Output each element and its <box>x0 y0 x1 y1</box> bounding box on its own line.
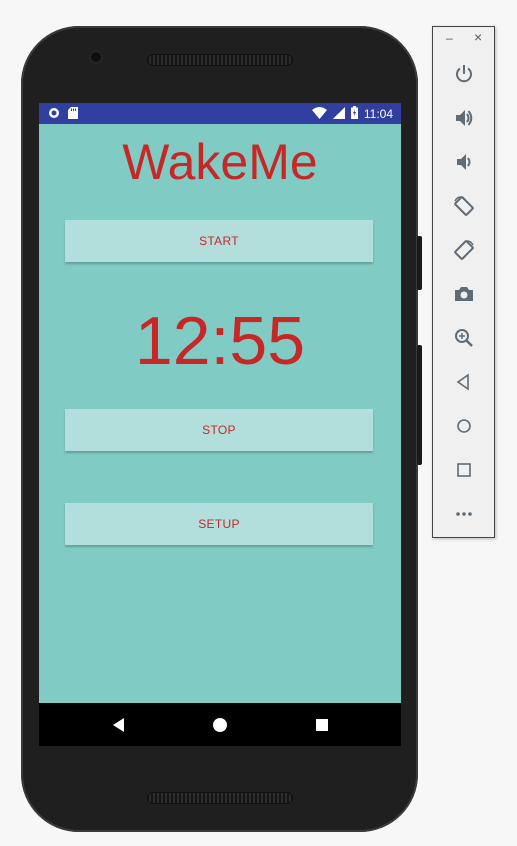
power-icon[interactable] <box>452 62 476 86</box>
sd-card-icon <box>68 107 78 122</box>
close-icon[interactable]: × <box>474 30 482 44</box>
stop-button[interactable]: STOP <box>65 409 373 451</box>
battery-icon <box>350 106 358 122</box>
more-icon[interactable] <box>452 502 476 526</box>
front-camera <box>91 52 101 62</box>
top-speaker <box>147 54 293 66</box>
status-time: 11:04 <box>363 107 393 121</box>
wifi-icon <box>311 106 327 122</box>
rotate-left-icon[interactable] <box>452 194 476 218</box>
cell-signal-icon <box>332 106 345 122</box>
home-icon[interactable] <box>452 414 476 438</box>
home-icon[interactable] <box>211 716 229 734</box>
circle-notification-icon <box>48 107 60 122</box>
app-title: WakeMe <box>122 134 318 190</box>
volume-up-icon[interactable] <box>452 106 476 130</box>
timer-display: 12:55 <box>134 303 306 379</box>
setup-button[interactable]: SETUP <box>65 503 373 545</box>
rotate-right-icon[interactable] <box>452 238 476 262</box>
emulator-toolbar: – × <box>432 26 495 538</box>
volume-side-button[interactable] <box>417 345 422 465</box>
zoom-icon[interactable] <box>452 326 476 350</box>
recents-icon[interactable] <box>313 716 331 734</box>
minimize-icon[interactable]: – <box>446 31 453 45</box>
back-icon[interactable] <box>110 716 128 734</box>
device-screen: 11:04 WakeMe START 12:55 STOP SETUP <box>39 103 401 746</box>
bottom-speaker <box>147 792 293 804</box>
screenshot-icon[interactable] <box>452 282 476 306</box>
start-button[interactable]: START <box>65 220 373 262</box>
back-icon[interactable] <box>452 370 476 394</box>
status-bar: 11:04 <box>39 103 401 124</box>
volume-down-icon[interactable] <box>452 150 476 174</box>
power-side-button[interactable] <box>417 236 422 290</box>
navigation-bar <box>39 703 401 746</box>
overview-icon[interactable] <box>452 458 476 482</box>
